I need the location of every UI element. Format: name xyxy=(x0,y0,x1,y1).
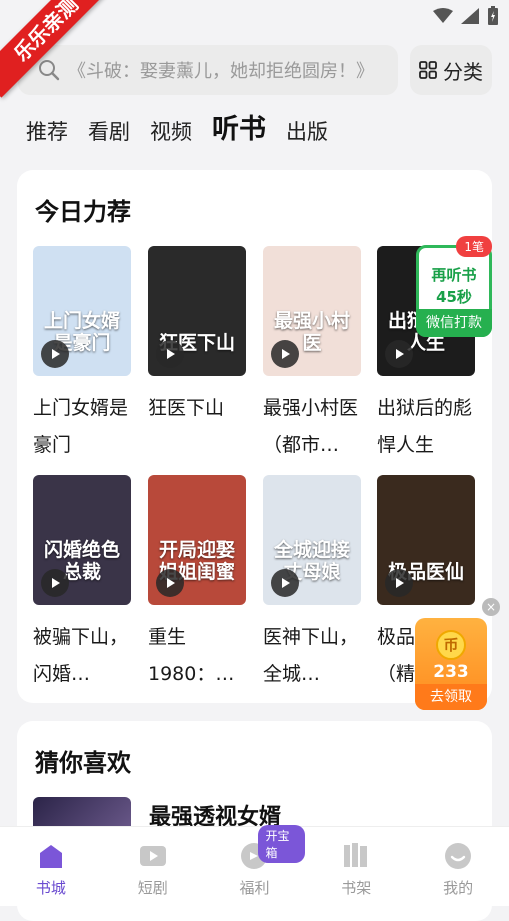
book-cover[interactable]: 全城迎接丈母娘 xyxy=(263,475,361,605)
search-bar[interactable]: 《斗破：娶妻薰儿，她却拒绝圆房！》 xyxy=(18,45,398,95)
coin-widget[interactable]: 币 233 去领取 xyxy=(415,618,487,710)
status-icons xyxy=(433,6,499,26)
play-icon[interactable] xyxy=(385,340,413,368)
section-title: 猜你喜欢 xyxy=(35,749,131,777)
nav-label: 书架 xyxy=(341,879,372,897)
book-cover[interactable]: 开局迎娶姐姐闺蜜 xyxy=(148,475,246,605)
play-icon[interactable] xyxy=(271,340,299,368)
bookshelf-icon xyxy=(344,843,368,867)
wechat-payout-button[interactable]: 微信打款 xyxy=(416,309,492,337)
book-cover[interactable]: 闪婚绝色总裁 xyxy=(33,475,131,605)
reward-text: 再听书 45秒 xyxy=(419,264,489,308)
tab-video[interactable]: 视频 xyxy=(150,116,192,152)
play-icon[interactable] xyxy=(41,569,69,597)
search-icon xyxy=(39,60,60,81)
book-title[interactable]: 狂医下山 xyxy=(148,390,248,464)
bottom-nav: 书城 短剧 开宝箱 福利 书架 我的 xyxy=(0,825,509,906)
reward-line1: 再听书 xyxy=(431,266,477,284)
book-item[interactable]: 开局迎娶姐姐闺蜜重生1980：… xyxy=(148,475,246,693)
play-icon[interactable] xyxy=(41,340,69,368)
coin-count: 233 xyxy=(433,662,469,682)
nav-welfare[interactable]: 开宝箱 福利 xyxy=(204,825,306,906)
book-title[interactable]: 被骗下山，闪婚… xyxy=(33,619,133,693)
battery-icon xyxy=(488,6,498,25)
nav-label: 福利 xyxy=(239,879,270,897)
book-title[interactable]: 最强小村医（都市… xyxy=(263,390,363,464)
play-icon[interactable] xyxy=(156,340,184,368)
book-cover[interactable]: 极品医仙 xyxy=(377,475,475,605)
close-icon[interactable]: × xyxy=(482,598,500,616)
play-icon[interactable] xyxy=(385,569,413,597)
book-title[interactable]: 重生1980：… xyxy=(148,619,248,693)
book-item[interactable]: 全城迎接丈母娘医神下山，全城… xyxy=(263,475,361,693)
nav-bookshelf[interactable]: 书架 xyxy=(305,827,407,906)
nav-shortdrama[interactable]: 短剧 xyxy=(102,827,204,906)
book-item[interactable]: 最强小村医最强小村医（都市… xyxy=(263,246,361,464)
nav-label: 我的 xyxy=(443,879,474,897)
book-title[interactable]: 上门女婿是豪门 xyxy=(33,390,133,464)
channel-tabs: 推荐 看剧 视频 听书 出版 xyxy=(26,108,328,152)
profile-icon xyxy=(445,843,472,869)
book-cover[interactable]: 最强小村医 xyxy=(263,246,361,376)
book-item[interactable]: 上门女婿是豪门 上门女婿是豪门 xyxy=(33,246,131,464)
search-placeholder: 《斗破：娶妻薰儿，她却拒绝圆房！》 xyxy=(68,61,374,82)
tab-audiobook[interactable]: 听书 xyxy=(212,107,266,152)
bookstore-icon xyxy=(39,845,62,868)
tab-drama[interactable]: 看剧 xyxy=(88,116,130,152)
reward-count-badge: 1笔 xyxy=(456,236,492,257)
book-item[interactable]: 闪婚绝色总裁被骗下山，闪婚… xyxy=(33,475,131,693)
wifi-icon xyxy=(433,8,453,23)
tab-recommend[interactable]: 推荐 xyxy=(26,116,68,152)
grid-icon xyxy=(419,61,437,79)
coin-icon: 币 xyxy=(436,630,466,660)
category-label: 分类 xyxy=(443,59,483,84)
book-title[interactable]: 医神下山，全城… xyxy=(263,619,363,693)
book-item[interactable]: 狂医下山 狂医下山 xyxy=(148,246,246,464)
category-button[interactable]: 分类 xyxy=(410,45,492,95)
treasure-box-badge: 开宝箱 xyxy=(258,825,306,863)
signal-icon xyxy=(461,8,479,24)
nav-label: 书城 xyxy=(35,879,66,897)
nav-profile[interactable]: 我的 xyxy=(407,827,509,906)
play-video-icon xyxy=(139,846,166,866)
book-cover[interactable]: 狂医下山 xyxy=(148,246,246,376)
reward-line2: 45秒 xyxy=(436,288,472,306)
nav-label: 短剧 xyxy=(137,879,168,897)
play-icon[interactable] xyxy=(156,569,184,597)
claim-button[interactable]: 去领取 xyxy=(415,684,487,710)
nav-bookstore[interactable]: 书城 xyxy=(0,827,102,906)
section-title: 今日力荐 xyxy=(35,198,131,226)
tab-publish[interactable]: 出版 xyxy=(286,116,328,152)
listen-reward-widget[interactable]: 1笔 再听书 45秒 微信打款 xyxy=(416,236,492,337)
play-icon[interactable] xyxy=(271,569,299,597)
book-cover[interactable]: 上门女婿是豪门 xyxy=(33,246,131,376)
book-title[interactable]: 出狱后的彪悍人生 xyxy=(377,390,477,464)
